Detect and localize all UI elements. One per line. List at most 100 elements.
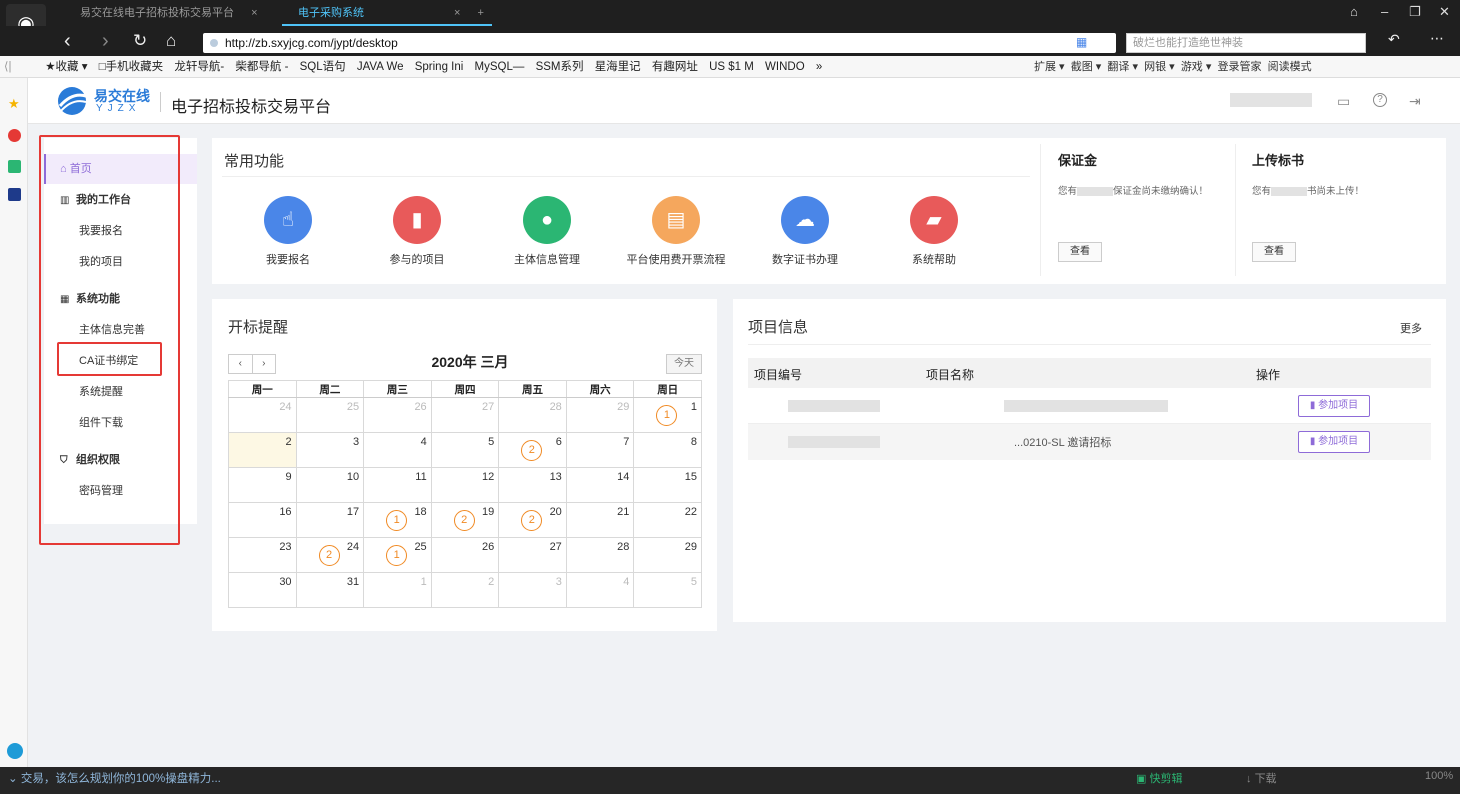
calendar-day-cell[interactable]: 11 [633,397,702,433]
calendar-day-cell[interactable]: 13 [498,467,567,503]
screenshot-button[interactable]: 截图 ▾ [1071,61,1102,73]
func-entity-button[interactable]: ● 主体信息管理 [492,196,602,267]
login-manager-button[interactable]: 登录管家 [1218,61,1262,73]
calendar-day-cell[interactable]: 17 [295,502,365,538]
project-more-link[interactable]: 更多 [1400,320,1422,336]
func-help-button[interactable]: ▰ 系统帮助 [879,196,989,267]
bid-count-badge[interactable]: 2 [453,510,475,531]
bid-count-badge[interactable]: 1 [656,405,678,426]
back-icon[interactable]: ‹ [64,30,71,53]
bid-count-badge[interactable]: 2 [521,510,543,531]
bookmark-item[interactable]: 柴都导航 - [231,56,292,77]
address-bar[interactable]: http://zb.sxyjcg.com/jypt/desktop [203,33,1116,53]
calendar-day-cell[interactable]: 31 [295,572,365,608]
reading-mode-button[interactable]: 阅读模式 [1268,61,1312,73]
browser-tab[interactable]: 易交在线电子招标投标交易平台 × [64,4,274,26]
bookmark-overflow-button[interactable]: » [812,56,826,77]
refresh-icon[interactable]: ↻ [133,31,147,51]
func-signup-button[interactable]: ☝ 我要报名 [233,196,343,267]
menu-more-icon[interactable]: ⋯ [1430,30,1444,47]
calendar-day-cell[interactable]: 29 [633,537,702,573]
calendar-day-cell[interactable]: 22 [633,502,702,538]
upload-view-button[interactable]: 查看 [1252,242,1296,262]
bank-button[interactable]: 网银 ▾ [1144,61,1175,73]
bid-count-badge[interactable]: 2 [521,440,543,461]
new-tab-button[interactable]: + [478,7,484,19]
join-project-button[interactable]: ▮ 参加项目 [1298,431,1370,453]
calendar-day-cell[interactable]: 10 [295,467,365,503]
calendar-day-cell[interactable]: 5 [633,572,702,608]
calendar-day-cell[interactable]: 23 [228,537,297,573]
bookmark-item[interactable]: 有趣网址 [648,56,702,77]
news-ticker[interactable]: ⌄ 交易，该怎么规划你的100%操盘精力... [8,770,221,786]
add-panel-icon[interactable] [7,743,23,759]
calendar-day-cell[interactable]: 14 [565,467,635,503]
qr-icon[interactable]: ▦ [1076,35,1087,49]
favorite-star-icon[interactable]: ★ [8,97,21,110]
calendar-day-cell[interactable]: 5 [430,432,500,468]
bookmark-item[interactable]: SSM系列 [532,56,588,77]
bookmark-item[interactable]: □手机收藏夹 [95,56,167,77]
calendar-day-cell[interactable]: 29 [565,397,635,433]
tab-close-icon[interactable]: × [251,7,257,19]
help-icon[interactable]: ? [1373,93,1387,107]
game-button[interactable]: 游戏 ▾ [1181,61,1212,73]
calendar-day-cell[interactable]: 18 1 [363,502,432,538]
func-projects-button[interactable]: ▮ 参与的项目 [362,196,472,267]
calendar-next-button[interactable]: › [253,355,276,373]
func-invoice-button[interactable]: ▤ 平台使用费开票流程 [621,196,731,267]
bookmark-item[interactable]: SQL语句 [296,56,350,77]
calendar-day-cell[interactable]: 2 [430,572,500,608]
calendar-day-cell[interactable]: 8 [633,432,702,468]
calendar-day-cell[interactable]: 25 1 [363,537,432,573]
sidebar-toggle-icon[interactable]: ⟨| [0,56,38,77]
calendar-day-cell[interactable]: 26 [430,537,500,573]
calendar-day-cell[interactable]: 24 2 [295,537,365,573]
func-certificate-button[interactable]: ☁ 数字证书办理 [750,196,860,267]
bookmark-item[interactable]: JAVA We [353,56,408,77]
zoom-level[interactable]: 100% [1425,770,1453,782]
bid-count-badge[interactable]: 1 [386,510,408,531]
calendar-day-cell[interactable]: 11 [363,467,432,503]
forward-icon[interactable]: › [102,30,109,53]
browser-search-input[interactable]: 破烂也能打造绝世神装 [1126,33,1366,53]
bid-count-badge[interactable]: 1 [386,545,408,566]
bookmark-item[interactable]: 星海里记 [591,56,645,77]
tab-close-icon[interactable]: × [454,7,460,19]
news-icon[interactable] [8,188,21,201]
message-icon[interactable]: ▭ [1337,93,1350,110]
bookmark-item[interactable]: MySQL— [471,56,529,77]
extension-button[interactable]: 扩展 ▾ [1034,61,1065,73]
calendar-day-cell[interactable]: 28 [498,397,567,433]
calendar-prev-button[interactable]: ‹ [229,355,253,373]
mail-icon[interactable] [8,160,21,173]
join-project-button[interactable]: ▮ 参加项目 [1298,395,1370,417]
bookmark-item[interactable]: Spring Ini [411,56,468,77]
minimize-mode-icon[interactable]: ⌂ [1350,4,1358,19]
calendar-day-cell[interactable]: 20 2 [498,502,567,538]
minimize-icon[interactable]: – [1381,4,1388,19]
logout-icon[interactable]: ⇥ [1409,93,1421,110]
calendar-day-cell[interactable]: 3 [498,572,567,608]
close-window-icon[interactable]: ✕ [1439,4,1450,20]
calendar-day-cell[interactable]: 4 [363,432,432,468]
calendar-day-cell[interactable]: 62 [498,432,567,468]
calendar-day-cell[interactable]: 12 [430,467,500,503]
calendar-today-button[interactable]: 今天 [666,354,702,374]
calendar-day-cell[interactable]: 25 [295,397,365,433]
undo-icon[interactable]: ↶ [1388,31,1400,48]
home-icon[interactable]: ⌂ [166,31,176,51]
calendar-day-cell[interactable]: 30 [228,572,297,608]
calendar-day-cell[interactable]: 24 [228,397,297,433]
bookmark-item[interactable]: ★收藏 ▾ [41,56,91,77]
calendar-day-cell[interactable]: 21 [565,502,635,538]
calendar-day-cell[interactable]: 2 [228,432,297,468]
bid-count-badge[interactable]: 2 [318,545,340,566]
calendar-day-cell[interactable]: 4 [565,572,635,608]
weibo-icon[interactable] [8,129,21,142]
quick-clip-button[interactable]: ▣ 快剪辑 [1136,770,1182,786]
calendar-day-cell[interactable]: 15 [633,467,702,503]
translate-button[interactable]: 翻译 ▾ [1107,61,1138,73]
calendar-day-cell[interactable]: 9 [228,467,297,503]
calendar-day-cell[interactable]: 16 [228,502,297,538]
